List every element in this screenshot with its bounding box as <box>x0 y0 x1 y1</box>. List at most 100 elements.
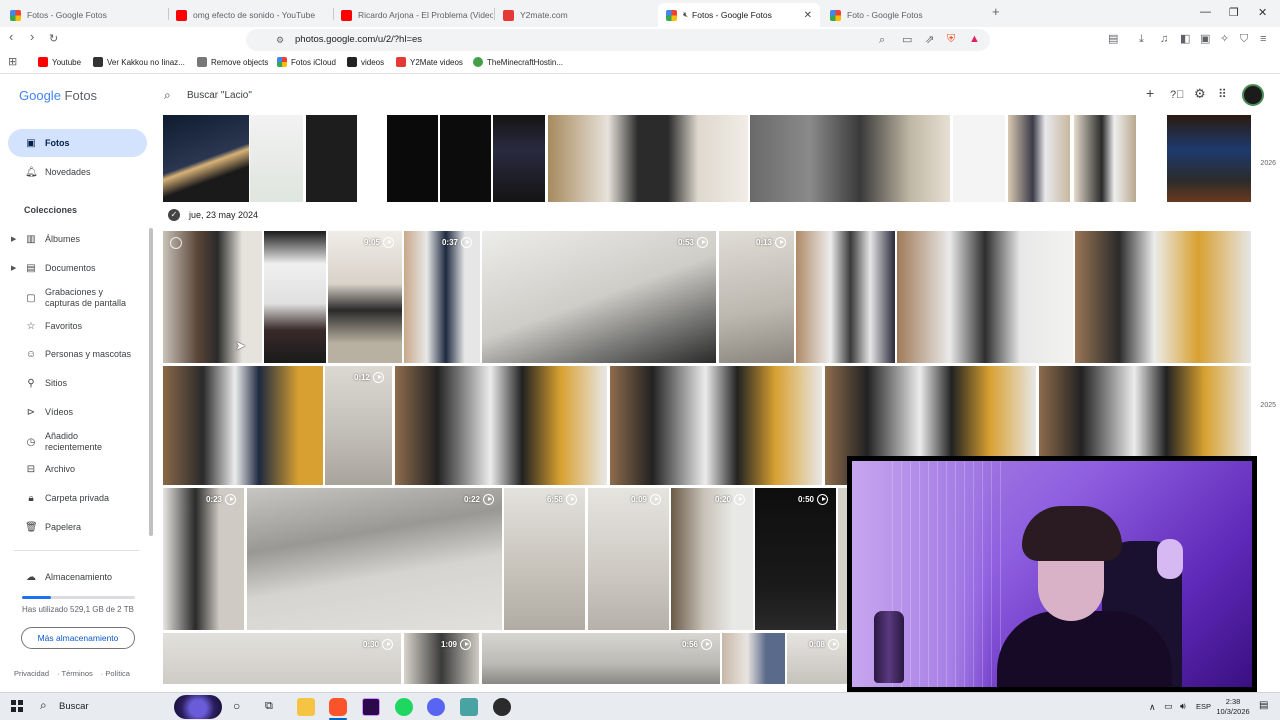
video-thumbnail[interactable]: 0:20 <box>671 488 753 630</box>
photo-thumbnail[interactable] <box>395 366 607 485</box>
notes-app-icon[interactable] <box>460 698 478 716</box>
photo-thumbnail[interactable] <box>163 366 323 485</box>
video-thumbnail[interactable]: 9:05 <box>328 231 402 363</box>
select-all-check-icon[interactable]: ✓ <box>168 209 180 221</box>
brave-shield-icon[interactable]: ⛨ <box>947 33 955 45</box>
file-explorer-icon[interactable] <box>297 698 315 716</box>
close-window-icon[interactable]: ✕ <box>1258 6 1267 19</box>
tab-y2mate[interactable]: Y2mate.com <box>495 3 655 27</box>
photo-thumbnail[interactable] <box>163 231 262 363</box>
sidebar-item-albums[interactable]: ▶ ▥ Álbumes <box>8 225 147 253</box>
photo-thumbnail[interactable] <box>387 115 438 202</box>
expand-arrow-icon[interactable]: ▶ <box>11 235 16 243</box>
video-thumbnail[interactable]: 0:50 <box>755 488 836 630</box>
apps-icon[interactable]: ⠿ <box>1218 88 1227 100</box>
network-icon[interactable]: ▭ <box>1164 701 1173 711</box>
terms-link[interactable]: Términos <box>61 669 92 678</box>
address-bar[interactable]: ⚙ photos.google.com/u/2/?hl=es ⌕ ▭ ⇗ ⛨ ▲ <box>246 29 990 51</box>
reload-icon[interactable]: ↻ <box>49 33 58 45</box>
bookmark-y2mate[interactable]: Y2Mate videos <box>396 57 463 67</box>
video-thumbnail[interactable]: 0:22 <box>247 488 502 630</box>
sidebar-item-recordings[interactable]: ▢ Grabaciones y capturas de pantalla <box>8 282 147 314</box>
photo-thumbnail[interactable] <box>953 115 1005 202</box>
video-thumbnail[interactable]: 0:30 <box>163 633 401 684</box>
photo-thumbnail[interactable] <box>1008 115 1070 202</box>
photo-thumbnail[interactable] <box>548 115 748 202</box>
wallet-icon[interactable]: ▣ <box>1200 33 1210 45</box>
notifications-icon[interactable]: ▤ <box>1259 701 1268 711</box>
scrubber-year-2025[interactable]: 2025 <box>1260 402 1276 409</box>
policy-link[interactable]: Política <box>105 669 130 678</box>
add-icon[interactable]: + <box>1146 86 1154 100</box>
more-storage-button[interactable]: Más almacenamiento <box>21 627 135 649</box>
privacy-link[interactable]: Privacidad <box>14 669 49 678</box>
language-indicator[interactable]: ESP <box>1196 702 1211 712</box>
video-thumbnail[interactable]: 0:56 <box>482 633 720 684</box>
close-tab-icon[interactable]: ✕ <box>804 10 812 21</box>
sidebar-item-documents[interactable]: ▶ ▤ Documentos <box>8 254 147 282</box>
download-icon[interactable]: ⤓ <box>1139 33 1144 45</box>
sidebar-item-photos[interactable]: ▣ Fotos <box>8 129 147 157</box>
tab-fotos-active[interactable]: 🔇︎ Fotos - Google Fotos ✕ <box>658 3 820 27</box>
brave-browser-icon[interactable] <box>329 698 347 716</box>
site-info-icon[interactable]: ⚙ <box>276 34 284 46</box>
sidebar-item-recent[interactable]: ◷ Añadido recientemente <box>8 426 147 458</box>
photo-thumbnail[interactable] <box>306 115 357 202</box>
search-box[interactable]: ⌕ Buscar "Lacio" <box>156 83 580 109</box>
panel-icon[interactable]: ◧ <box>1180 33 1190 45</box>
settings-gear-icon[interactable]: ⚙ <box>1194 87 1206 100</box>
scrubber-year-2026[interactable]: 2026 <box>1260 160 1276 167</box>
taskbar-search-input[interactable]: Buscar <box>59 701 89 712</box>
volume-icon[interactable]: 🔊︎ <box>1180 701 1186 711</box>
video-thumbnail[interactable]: 6:58 <box>504 488 585 630</box>
photo-thumbnail[interactable] <box>838 488 847 630</box>
search-input[interactable]: Buscar "Lacio" <box>187 90 252 101</box>
video-thumbnail[interactable]: 0:12 <box>325 366 392 485</box>
tab-foto[interactable]: Foto - Google Fotos <box>822 3 982 27</box>
video-thumbnail[interactable]: 0:23 <box>163 488 244 630</box>
avatar[interactable] <box>1242 84 1264 106</box>
mute-icon[interactable]: 🔇︎ <box>683 10 688 20</box>
tab-fotos-1[interactable]: Fotos - Google Fotos <box>2 3 167 27</box>
tray-chevron-icon[interactable]: ∧ <box>1149 702 1156 712</box>
minimize-icon[interactable]: — <box>1200 6 1211 18</box>
share-icon[interactable]: ⇗ <box>925 34 934 46</box>
premiere-pro-icon[interactable] <box>362 698 380 716</box>
obs-studio-icon[interactable] <box>493 698 511 716</box>
video-thumbnail[interactable]: 0:09 <box>588 488 669 630</box>
date-group-header[interactable]: ✓ jue, 23 may 2024 <box>168 209 258 221</box>
sidebar-scrollbar[interactable] <box>149 228 153 536</box>
restore-icon[interactable]: ❐ <box>1229 6 1239 19</box>
discord-icon[interactable] <box>427 698 445 716</box>
help-icon[interactable]: ?⃝ <box>1170 89 1184 101</box>
back-icon[interactable]: ‹ <box>9 30 13 43</box>
photo-thumbnail[interactable] <box>163 115 249 202</box>
bookmark-videos[interactable]: videos <box>347 57 384 67</box>
tab-youtube-arjona[interactable]: Ricardo Arjona - El Problema (Video <box>333 3 493 27</box>
bookmark-remove-objects[interactable]: Remove objects <box>197 57 268 67</box>
photo-thumbnail[interactable] <box>1167 115 1251 202</box>
tab-youtube-omg[interactable]: omg efecto de sonido - YouTube <box>168 3 333 27</box>
video-thumbnail[interactable]: 0:08 <box>787 633 847 684</box>
vpn-icon[interactable]: ⛉ <box>1240 33 1248 45</box>
photo-thumbnail[interactable] <box>1074 115 1136 202</box>
task-view-icon[interactable]: ⧉ <box>265 700 273 712</box>
bookmark-icloud[interactable]: Fotos iCloud <box>277 57 336 67</box>
sidebar-item-storage[interactable]: ☁ Almacenamiento <box>8 563 147 591</box>
photo-thumbnail[interactable] <box>440 115 491 202</box>
select-circle-icon[interactable] <box>170 237 182 249</box>
spotify-icon[interactable] <box>395 698 413 716</box>
windows-start-icon[interactable] <box>11 700 23 712</box>
forward-icon[interactable]: › <box>30 30 34 43</box>
apps-grid-icon[interactable]: ⊞ <box>8 56 17 68</box>
photo-thumbnail[interactable] <box>250 115 303 202</box>
photo-thumbnail[interactable] <box>796 231 895 363</box>
video-thumbnail[interactable]: 0:13 <box>719 231 794 363</box>
sidebar-item-updates[interactable]: 🔔︎ Novedades <box>8 158 147 186</box>
bookmark-youtube[interactable]: Youtube <box>38 57 81 67</box>
media-icon[interactable]: ♫ <box>1160 33 1168 45</box>
photo-thumbnail[interactable] <box>1075 231 1251 363</box>
photo-thumbnail[interactable] <box>493 115 545 202</box>
expand-arrow-icon[interactable]: ▶ <box>11 264 16 272</box>
cortana-circle-icon[interactable]: ○ <box>233 700 240 712</box>
